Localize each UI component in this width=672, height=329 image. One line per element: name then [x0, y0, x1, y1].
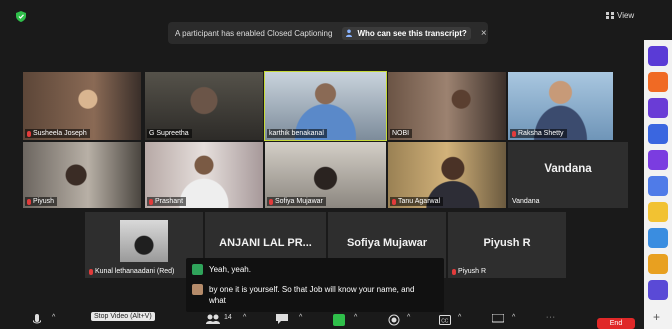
speaker-avatar [192, 264, 203, 275]
caption-text: by one it is yourself. So that Job will … [209, 285, 415, 305]
participants-icon[interactable] [206, 314, 220, 324]
muted-mic-icon [27, 130, 31, 137]
video-tile[interactable]: Sofiya Mujawar [265, 142, 386, 208]
apps-icon[interactable] [492, 314, 504, 324]
app-icon[interactable] [648, 98, 668, 118]
end-meeting-button[interactable]: End [597, 318, 635, 329]
participant-name: karthik benakanal [267, 129, 327, 138]
cc-notice-message: A participant has enabled Closed Caption… [175, 28, 333, 38]
app-icon[interactable] [648, 254, 668, 274]
muted-mic-icon [392, 198, 396, 205]
chevron-up-icon[interactable]: ^ [407, 314, 410, 321]
app-icon[interactable] [648, 150, 668, 170]
participant-name: Susheela Joseph [25, 129, 90, 138]
speaker-avatar [192, 284, 203, 295]
participant-display-name: Piyush R [483, 237, 531, 250]
security-shield-icon[interactable] [16, 11, 26, 22]
grid-view-icon [606, 12, 614, 19]
participant-video [120, 220, 168, 262]
view-label: View [617, 11, 635, 20]
app-side-panel: + [644, 40, 672, 329]
live-caption-box: Yeah, yeah. by one it is yourself. So th… [186, 258, 444, 312]
app-icon[interactable] [648, 280, 668, 300]
people-icon [346, 29, 353, 37]
transcript-visibility-link[interactable]: Who can see this transcript? [342, 26, 471, 40]
video-tile[interactable]: Piyush [23, 142, 141, 208]
app-icon[interactable] [648, 46, 668, 66]
video-tile[interactable]: Susheela Joseph [23, 72, 141, 140]
participant-name: Prashant [147, 197, 187, 206]
chevron-up-icon[interactable]: ^ [354, 314, 357, 321]
chevron-up-icon[interactable]: ^ [299, 314, 302, 321]
participant-name: Kunal lethanaadani (Red) [87, 267, 177, 276]
app-icon[interactable] [648, 176, 668, 196]
add-app-icon[interactable]: + [653, 310, 660, 324]
stop-video-tooltip: Stop Video (Alt+V) [91, 312, 155, 321]
muted-mic-icon [27, 198, 31, 205]
share-screen-icon[interactable] [333, 314, 345, 326]
chevron-up-icon[interactable]: ^ [512, 314, 515, 321]
muted-mic-icon [269, 198, 273, 205]
video-tile[interactable]: NOBI [388, 72, 506, 140]
participant-display-name: Vandana [544, 163, 592, 176]
participant-name: Raksha Shetty [510, 129, 567, 138]
microphone-icon[interactable] [33, 314, 41, 326]
closed-caption-notice: A participant has enabled Closed Caption… [168, 22, 488, 44]
participant-name: NOBI [390, 129, 413, 138]
participant-name: Vandana [512, 198, 540, 205]
participant-display-name: Sofiya Mujawar [346, 237, 428, 250]
caption-line: by one it is yourself. So that Job will … [192, 284, 432, 306]
svg-text:CC: CC [441, 318, 449, 324]
app-icon[interactable] [648, 202, 668, 222]
video-tile[interactable]: Vandana Vandana [508, 142, 628, 208]
caption-line: Yeah, yeah. [192, 264, 251, 275]
muted-mic-icon [452, 268, 456, 275]
participant-display-name: ANJANI LAL PR... [219, 237, 312, 250]
video-tile-active-speaker[interactable]: karthik benakanal [264, 71, 387, 141]
transcript-link-label: Who can see this transcript? [357, 28, 467, 38]
video-tile[interactable]: Raksha Shetty [508, 72, 613, 140]
chevron-up-icon[interactable]: ^ [458, 314, 461, 321]
video-tile[interactable]: Tanu Agarwal [388, 142, 506, 208]
app-icon[interactable] [648, 228, 668, 248]
muted-mic-icon [512, 130, 516, 137]
video-tile[interactable]: Prashant [145, 142, 263, 208]
video-tile[interactable]: G Supreetha [145, 72, 263, 140]
app-icon[interactable] [648, 72, 668, 92]
close-icon[interactable]: × [481, 28, 487, 39]
participant-name: Piyush [25, 197, 58, 206]
participant-name: G Supreetha [147, 129, 192, 138]
app-icon[interactable] [648, 124, 668, 144]
chevron-up-icon[interactable]: ^ [52, 314, 55, 321]
caption-text: Yeah, yeah. [209, 265, 251, 274]
captions-icon[interactable]: CC [439, 314, 451, 326]
muted-mic-icon [89, 268, 93, 275]
participants-count: 14 [224, 314, 232, 321]
chevron-up-icon[interactable]: ^ [243, 314, 246, 321]
participant-name: Piyush R [450, 267, 489, 276]
participant-name: Tanu Agarwal [390, 197, 444, 206]
video-tile[interactable]: Piyush R Piyush R [448, 212, 566, 278]
chat-icon[interactable] [276, 314, 288, 324]
muted-mic-icon [149, 198, 153, 205]
record-icon[interactable] [388, 314, 400, 326]
participant-name: Sofiya Mujawar [267, 197, 326, 206]
more-options-icon[interactable]: ··· [546, 314, 556, 321]
view-button[interactable]: View [606, 11, 634, 20]
